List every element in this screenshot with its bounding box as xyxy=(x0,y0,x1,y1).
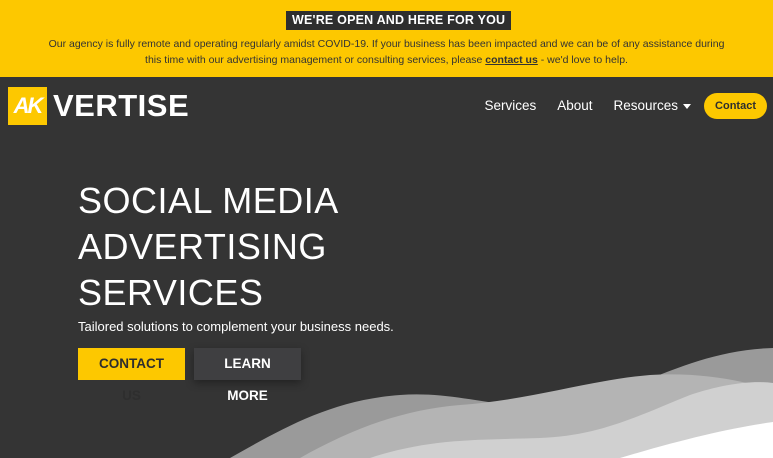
nav-resources-dropdown[interactable]: Resources xyxy=(614,93,692,119)
contact-us-button[interactable]: CONTACT US xyxy=(78,348,185,403)
wave-middle xyxy=(300,374,773,458)
covid-banner: WE'RE OPEN AND HERE FOR YOU Our agency i… xyxy=(0,0,773,77)
caret-down-icon xyxy=(683,103,692,109)
logo-wordmark: VERTISE xyxy=(53,88,190,123)
hero-subtitle: Tailored solutions to complement your bu… xyxy=(78,319,394,334)
learn-more-button[interactable]: LEARN MORE xyxy=(194,348,301,403)
hero-title-line: SOCIAL MEDIA xyxy=(78,180,339,221)
logo[interactable]: AK VERTISE xyxy=(8,87,189,125)
nav-services[interactable]: Services xyxy=(484,93,536,119)
nav-about[interactable]: About xyxy=(557,93,592,119)
hero-title-line: SERVICES xyxy=(78,272,264,313)
banner-contact-link[interactable]: contact us xyxy=(485,54,538,66)
navbar: AK VERTISE Services About Resources Cont… xyxy=(0,77,773,135)
wave-back xyxy=(230,348,773,458)
banner-badge: WE'RE OPEN AND HERE FOR YOU xyxy=(286,11,512,30)
wave-front xyxy=(370,382,773,458)
banner-message: Our agency is fully remote and operating… xyxy=(40,36,733,68)
wave-highlight xyxy=(620,422,773,458)
nav-links: Services About Resources Contact xyxy=(463,93,767,119)
nav-resources-label: Resources xyxy=(613,98,679,113)
banner-text-after: - we'd love to help. xyxy=(537,54,628,66)
logo-mark: AK xyxy=(8,87,47,125)
nav-contact-button[interactable]: Contact xyxy=(704,93,767,119)
hero-title-line: ADVERTISING xyxy=(78,226,327,267)
hero-title: SOCIAL MEDIA ADVERTISING SERVICES xyxy=(78,178,438,316)
